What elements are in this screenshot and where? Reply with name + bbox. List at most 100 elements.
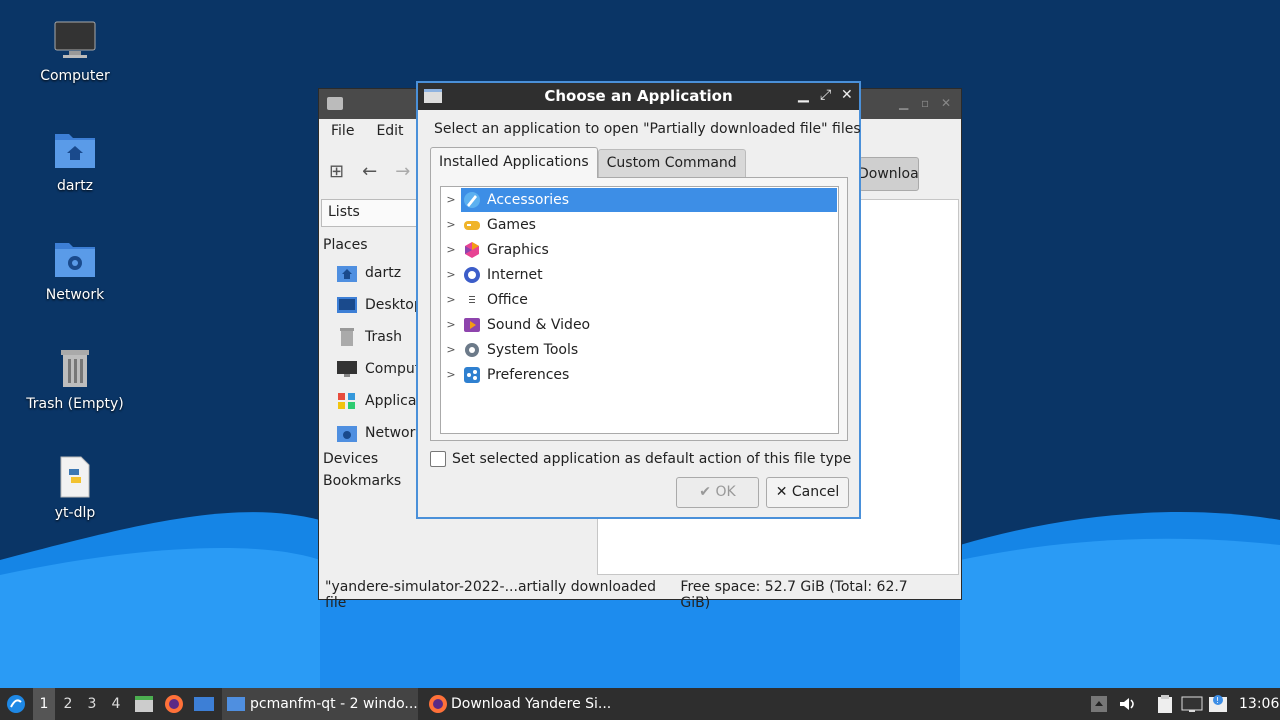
choose-application-dialog: Choose an Application ▁ ⤢ ✕ Select an ap… [416, 81, 861, 519]
new-tab-icon[interactable]: ⊞ [329, 161, 344, 182]
file-manager-launcher-icon[interactable] [134, 688, 154, 720]
ok-button[interactable]: ✔ OK [676, 477, 759, 508]
tree-row-accessories[interactable]: > Accessories [441, 187, 838, 212]
close-icon[interactable]: ✕ [841, 87, 853, 103]
status-selected-file: "yandere-simulator-2022-...artially down… [325, 579, 656, 611]
internet-globe-icon [464, 266, 480, 283]
category-item[interactable]: Games [461, 213, 837, 237]
checkmark-icon: ✔ [699, 484, 712, 500]
monitor-icon [337, 361, 357, 377]
menu-edit[interactable]: Edit [376, 123, 403, 139]
desktop-icon-label: dartz [56, 178, 94, 194]
place-item-trash[interactable]: Trash [323, 321, 423, 353]
tree-row-preferences[interactable]: > Preferences [441, 362, 838, 387]
side-pane-mode-select[interactable]: Lists [321, 199, 421, 227]
category-item[interactable]: Office [461, 288, 837, 312]
maximize-icon[interactable]: ⤢ [820, 87, 831, 103]
graphics-icon [465, 241, 479, 258]
tab-custom-command[interactable]: Custom Command [597, 149, 746, 177]
desktop-icon-computer[interactable]: Computer [10, 18, 140, 84]
trash-icon [340, 328, 354, 346]
minimize-icon[interactable]: ▁ [899, 96, 908, 110]
lubuntu-logo-icon [7, 695, 25, 713]
category-item[interactable]: Internet [461, 263, 837, 287]
desktop-icon-dartz[interactable]: dartz [10, 128, 140, 194]
application-tree[interactable]: > Accessories > Games > Graphics > Inter… [440, 186, 839, 434]
tree-row-system-tools[interactable]: > System Tools [441, 337, 838, 362]
volume-icon[interactable] [1118, 688, 1138, 720]
desktop-switch-4[interactable]: 4 [105, 688, 127, 720]
default-action-checkbox[interactable] [430, 451, 446, 467]
expand-arrow-icon[interactable]: > [441, 193, 461, 206]
show-desktop-icon[interactable] [193, 688, 215, 720]
start-menu-button[interactable] [4, 688, 28, 720]
close-icon: ✕ [775, 484, 788, 500]
office-document-icon [468, 293, 476, 306]
expand-arrow-icon[interactable]: > [441, 218, 461, 231]
place-item-network[interactable]: Network [323, 417, 423, 449]
trash-icon [53, 346, 97, 390]
tab-panel: > Accessories > Games > Graphics > Inter… [430, 177, 848, 441]
tree-row-office[interactable]: > Office [441, 287, 838, 312]
taskbar: 1 2 3 4 pcmanfm-qt - 2 windo... Download… [0, 688, 1280, 720]
default-action-checkbox-row[interactable]: Set selected application as default acti… [430, 451, 851, 467]
applications-icon [338, 393, 355, 409]
category-item[interactable]: Preferences [461, 363, 837, 387]
update-notifier-icon[interactable]: ! [1208, 688, 1228, 720]
place-item-dartz[interactable]: dartz [323, 257, 423, 289]
menu-file[interactable]: File [331, 123, 354, 139]
place-item-computer[interactable]: Computer [323, 353, 435, 385]
clipboard-icon[interactable] [1156, 688, 1174, 720]
tab-bar: Installed Applications Custom Command [430, 147, 746, 178]
home-folder-icon [337, 266, 357, 282]
minimize-icon[interactable]: ▁ [798, 87, 809, 103]
category-item[interactable]: Accessories [461, 187, 837, 212]
desktop-switch-2[interactable]: 2 [57, 688, 79, 720]
desktop-icon-yt-dlp[interactable]: yt-dlp [10, 455, 140, 521]
place-item-applications[interactable]: Applications [323, 385, 451, 417]
back-arrow-icon[interactable]: ← [362, 161, 377, 182]
cancel-button[interactable]: ✕ Cancel [766, 477, 849, 508]
multimedia-icon [464, 317, 480, 332]
expand-arrow-icon[interactable]: > [441, 243, 461, 256]
devices-header[interactable]: Devices [323, 451, 423, 467]
clock[interactable]: 13:06 [1239, 688, 1279, 720]
expand-arrow-icon[interactable]: > [441, 343, 461, 356]
desktop-switch-3[interactable]: 3 [81, 688, 103, 720]
tab-installed-applications[interactable]: Installed Applications [430, 147, 598, 178]
category-item[interactable]: Graphics [461, 238, 837, 262]
expand-arrow-icon[interactable]: > [441, 318, 461, 331]
places-header: Places [323, 237, 368, 253]
maximize-icon[interactable]: ▫ [921, 96, 929, 110]
svg-text:!: ! [1216, 696, 1219, 705]
network-folder-icon [337, 426, 357, 442]
place-item-desktop[interactable]: Desktop [323, 289, 423, 321]
folder-icon [227, 697, 245, 711]
firefox-launcher-icon[interactable] [164, 688, 184, 720]
forward-arrow-icon[interactable]: → [395, 161, 410, 182]
expand-arrow-icon[interactable]: > [441, 268, 461, 281]
close-icon[interactable]: ✕ [941, 96, 951, 110]
category-item[interactable]: Sound & Video [461, 313, 837, 337]
tree-row-games[interactable]: > Games [441, 212, 838, 237]
tree-row-graphics[interactable]: > Graphics [441, 237, 838, 262]
dialog-titlebar[interactable]: Choose an Application ▁ ⤢ ✕ [418, 83, 859, 110]
tree-row-internet[interactable]: > Internet [441, 262, 838, 287]
tray-up-arrow-icon[interactable] [1090, 688, 1108, 720]
expand-arrow-icon[interactable]: > [441, 293, 461, 306]
desktop-icon-label: yt-dlp [54, 505, 96, 521]
desktop-icon-network[interactable]: Network [10, 237, 140, 303]
task-button-firefox[interactable]: Download Yandere Si... [426, 688, 618, 720]
toolbar: ⊞ ← → [329, 161, 410, 182]
desktop-icon-trash[interactable]: Trash (Empty) [10, 346, 140, 412]
status-free-space: Free space: 52.7 GiB (Total: 62.7 GiB) [680, 579, 908, 611]
expand-arrow-icon[interactable]: > [441, 368, 461, 381]
preferences-icon [464, 366, 480, 383]
bookmarks-header[interactable]: Bookmarks [323, 473, 423, 489]
network-status-icon[interactable] [1181, 688, 1203, 720]
path-button-downloads[interactable]: Downloads [859, 157, 919, 191]
desktop-switch-1[interactable]: 1 [33, 688, 55, 720]
task-button-pcmanfm[interactable]: pcmanfm-qt - 2 windo... [222, 688, 418, 720]
category-item[interactable]: System Tools [461, 338, 837, 362]
tree-row-sound-video[interactable]: > Sound & Video [441, 312, 838, 337]
